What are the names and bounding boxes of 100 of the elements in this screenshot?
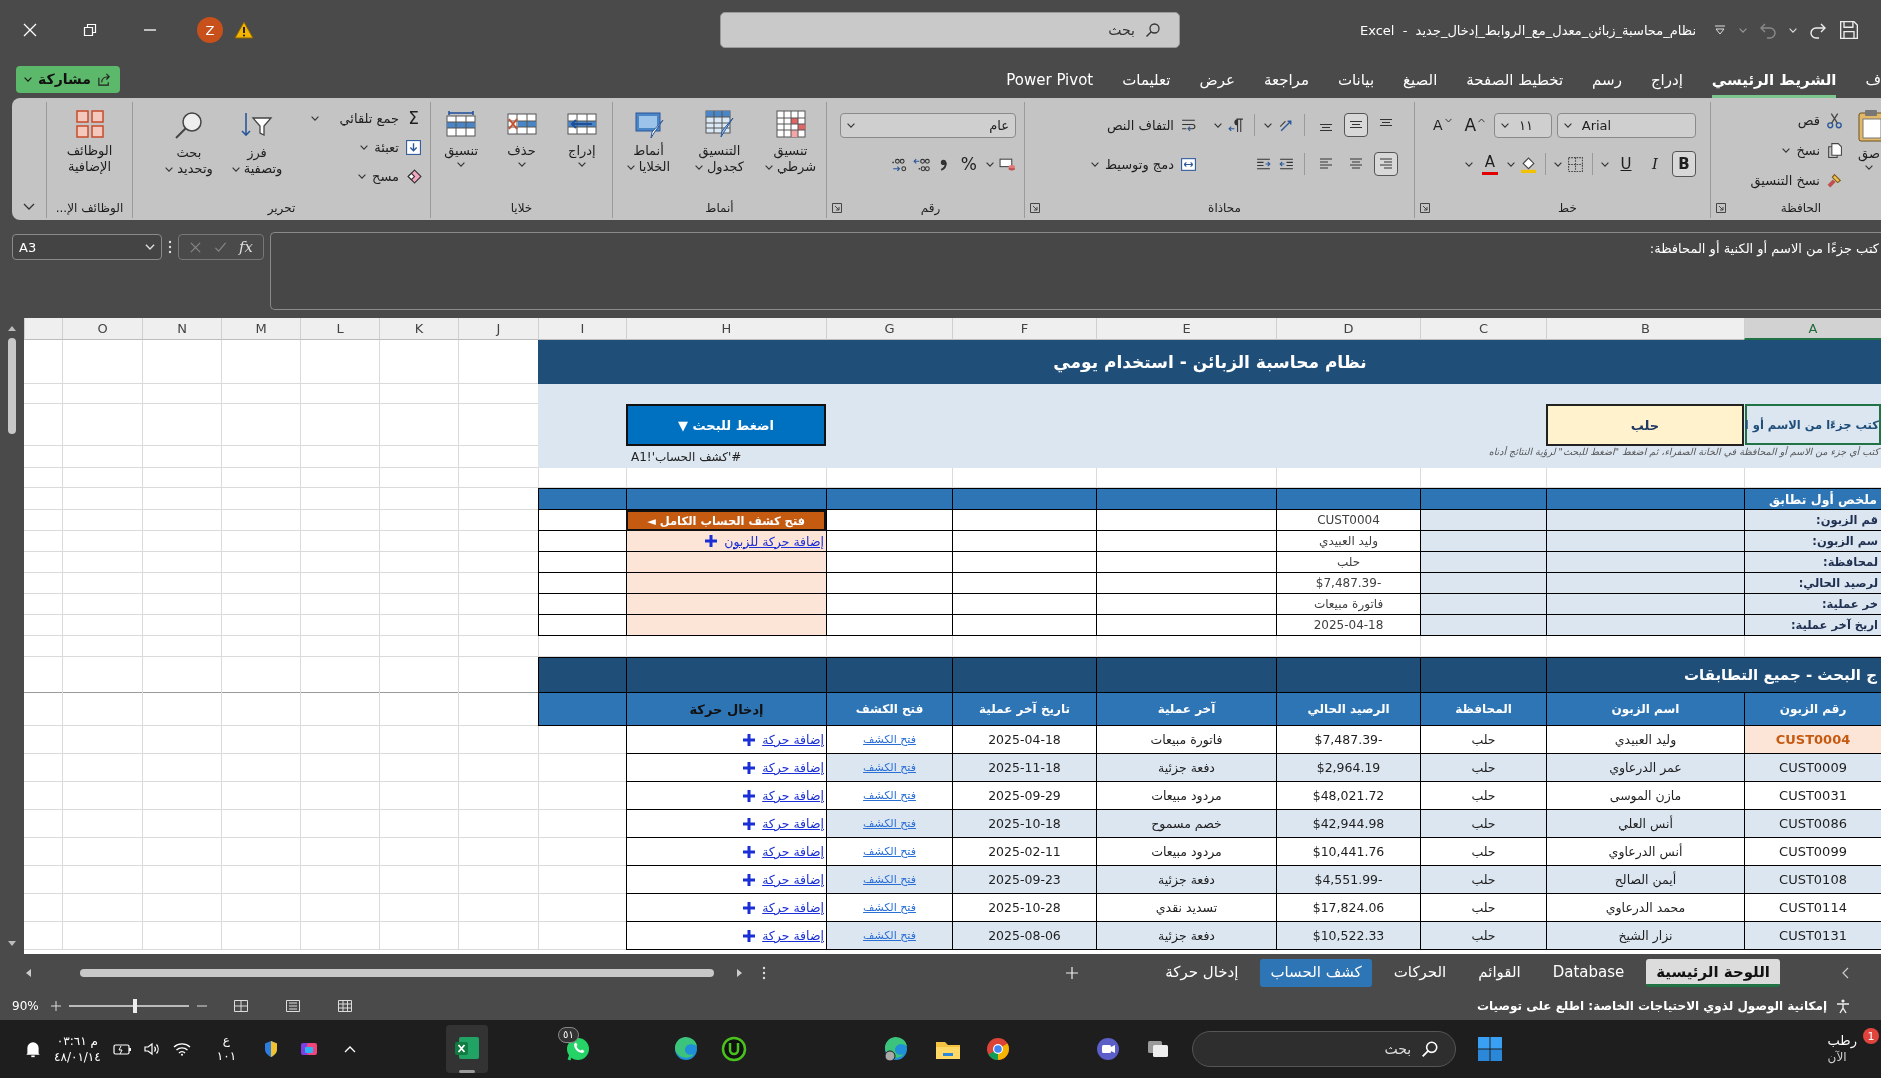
- ribbon-tab[interactable]: الصيغ: [1403, 60, 1438, 98]
- clock[interactable]: ٠٣:٦١ م ٤٨/٠١/١٤: [54, 1032, 101, 1066]
- font-name-field[interactable]: Arial: [1556, 112, 1696, 138]
- accessibility-status[interactable]: إمكانية الوصول لذوي الاحتياجات الخاصة: اطلع على توصيات: [1477, 999, 1827, 1013]
- ribbon-tab[interactable]: مراجعة: [1263, 60, 1309, 98]
- shrink-font-button[interactable]: A: [1429, 112, 1456, 138]
- borders-icon[interactable]: [1567, 155, 1584, 173]
- ribbon-tab[interactable]: إدراج: [1650, 60, 1683, 98]
- launcher-icon[interactable]: [1420, 203, 1430, 213]
- slider-thumb[interactable]: [132, 999, 137, 1013]
- find-select-button[interactable]: بحث وتحديد: [158, 104, 220, 198]
- fill-color-icon[interactable]: [1520, 155, 1537, 173]
- statement-link[interactable]: فتح الكشف: [863, 929, 916, 942]
- statement-link[interactable]: فتح الكشف: [863, 789, 916, 802]
- warning-icon[interactable]: [234, 21, 254, 39]
- paragraph-direction-icon[interactable]: [1228, 116, 1245, 134]
- column-header[interactable]: H: [626, 318, 826, 340]
- zoom-in-icon[interactable]: [50, 1001, 61, 1011]
- search-field[interactable]: بحث: [1192, 1031, 1457, 1067]
- column-header[interactable]: O: [62, 318, 142, 340]
- copy-button[interactable]: نسخ: [1750, 138, 1843, 162]
- formula-input[interactable]: كتب جزءًا من الاسم أو الكنية أو المحافظة:: [270, 232, 1881, 310]
- sheet-tab[interactable]: إدخال حركة: [1155, 959, 1249, 987]
- column-header[interactable]: N: [142, 318, 221, 340]
- grow-font-button[interactable]: A: [1460, 112, 1489, 138]
- wifi-icon[interactable]: [172, 1040, 191, 1058]
- statement-link[interactable]: فتح الكشف: [863, 817, 916, 830]
- font-size-field[interactable]: ١١: [1494, 112, 1552, 138]
- more-icon[interactable]: [168, 240, 172, 254]
- collapse-ribbon-icon[interactable]: [23, 203, 35, 210]
- statement-link[interactable]: فتح الكشف: [863, 761, 916, 774]
- sort-filter-button[interactable]: فرز وتصفية: [226, 104, 288, 198]
- ribbon-tab[interactable]: رسم: [1592, 60, 1622, 98]
- zoom-level[interactable]: 90%: [12, 999, 39, 1013]
- more-icon[interactable]: [762, 966, 766, 980]
- launcher-icon[interactable]: [1716, 203, 1726, 213]
- bold-button[interactable]: B: [1672, 151, 1696, 177]
- sheet-tab[interactable]: كشف الحساب: [1260, 959, 1372, 987]
- sheet-tab[interactable]: اللوحة الرئيسية: [1646, 959, 1780, 987]
- statement-link[interactable]: فتح الكشف: [863, 901, 916, 914]
- paste-button[interactable]: صق: [1857, 102, 1881, 198]
- column-header[interactable]: M: [221, 318, 300, 340]
- normal-view-icon[interactable]: [336, 999, 353, 1013]
- close-icon[interactable]: [22, 22, 38, 38]
- add-entry-link[interactable]: إضافة حركة: [742, 816, 826, 831]
- ribbon-tab[interactable]: تعليمات: [1122, 60, 1171, 98]
- customize-icon[interactable]: [1713, 24, 1727, 36]
- page-layout-icon[interactable]: [284, 999, 301, 1013]
- italic-button[interactable]: I: [1643, 151, 1667, 177]
- check-icon[interactable]: [213, 240, 227, 254]
- column-header[interactable]: L: [300, 318, 379, 340]
- battery-icon[interactable]: [112, 1042, 133, 1056]
- spreadsheet-app-icon[interactable]: [446, 1025, 489, 1073]
- left-arrow-icon[interactable]: [24, 968, 32, 978]
- save-icon[interactable]: [1839, 20, 1859, 40]
- accessibility-icon[interactable]: [1835, 998, 1851, 1014]
- add-entry-link[interactable]: إضافة حركة: [742, 900, 826, 915]
- start-icon[interactable]: [1476, 1035, 1505, 1063]
- down-arrow-icon[interactable]: [7, 940, 17, 948]
- right-arrow-icon[interactable]: [736, 968, 744, 978]
- sheet-tab[interactable]: القوائم: [1468, 959, 1531, 987]
- merge-center-button[interactable]: دمج وتوسيط: [1090, 152, 1197, 176]
- style-button[interactable]: أنماط الخلايا: [615, 108, 682, 198]
- style-button[interactable]: التنسيق كجدول: [686, 108, 753, 198]
- ribbon-tab[interactable]: ف: [1865, 60, 1881, 98]
- column-header[interactable]: I: [538, 318, 626, 340]
- launcher-icon[interactable]: [832, 203, 842, 213]
- column-header[interactable]: E: [1096, 318, 1276, 340]
- app-icon[interactable]: [300, 1040, 319, 1058]
- ribbon-tab[interactable]: Power Pivot: [1006, 60, 1094, 98]
- add-entry-link[interactable]: إضافة حركة: [742, 760, 826, 775]
- ribbon-tab[interactable]: تخطيط الصفحة: [1466, 60, 1564, 98]
- clear-button[interactable]: مسح: [294, 164, 422, 188]
- column-header[interactable]: C: [1420, 318, 1546, 340]
- statement-link[interactable]: فتح الكشف: [863, 845, 916, 858]
- column-header[interactable]: G: [826, 318, 952, 340]
- insert-function-button[interactable]: fx: [238, 238, 253, 256]
- column-header[interactable]: K: [379, 318, 458, 340]
- column-header[interactable]: J: [458, 318, 538, 340]
- font-color-button[interactable]: A: [1478, 151, 1502, 177]
- share-button[interactable]: مشاركة: [16, 65, 120, 93]
- addins-button[interactable]: الوظائف الإضافية: [56, 108, 123, 198]
- column-header[interactable]: D: [1276, 318, 1420, 340]
- search-field[interactable]: بحث: [720, 12, 1180, 48]
- wrap-text-button[interactable]: التفاف النص: [1106, 113, 1197, 137]
- cells-button[interactable]: حذف: [496, 108, 547, 198]
- search-button[interactable]: اضغط للبحث ▼: [626, 404, 826, 446]
- bell-icon[interactable]: [24, 1040, 42, 1058]
- horizontal-scrollbar[interactable]: [24, 966, 744, 980]
- underline-button[interactable]: U: [1614, 151, 1638, 177]
- cut-button[interactable]: قص: [1750, 108, 1843, 132]
- middle-align-icon[interactable]: [1344, 113, 1368, 137]
- number-format-field[interactable]: عام: [840, 112, 1016, 138]
- fill-button[interactable]: تعبئة: [294, 135, 422, 159]
- percent-button[interactable]: %: [956, 151, 981, 177]
- add-entry-link[interactable]: إضافة حركة: [742, 788, 826, 803]
- ring-logo-icon[interactable]: [720, 1035, 749, 1063]
- statement-link[interactable]: فتح الكشف: [863, 873, 916, 886]
- restore-icon[interactable]: [82, 22, 98, 38]
- plus-icon[interactable]: [1066, 967, 1078, 979]
